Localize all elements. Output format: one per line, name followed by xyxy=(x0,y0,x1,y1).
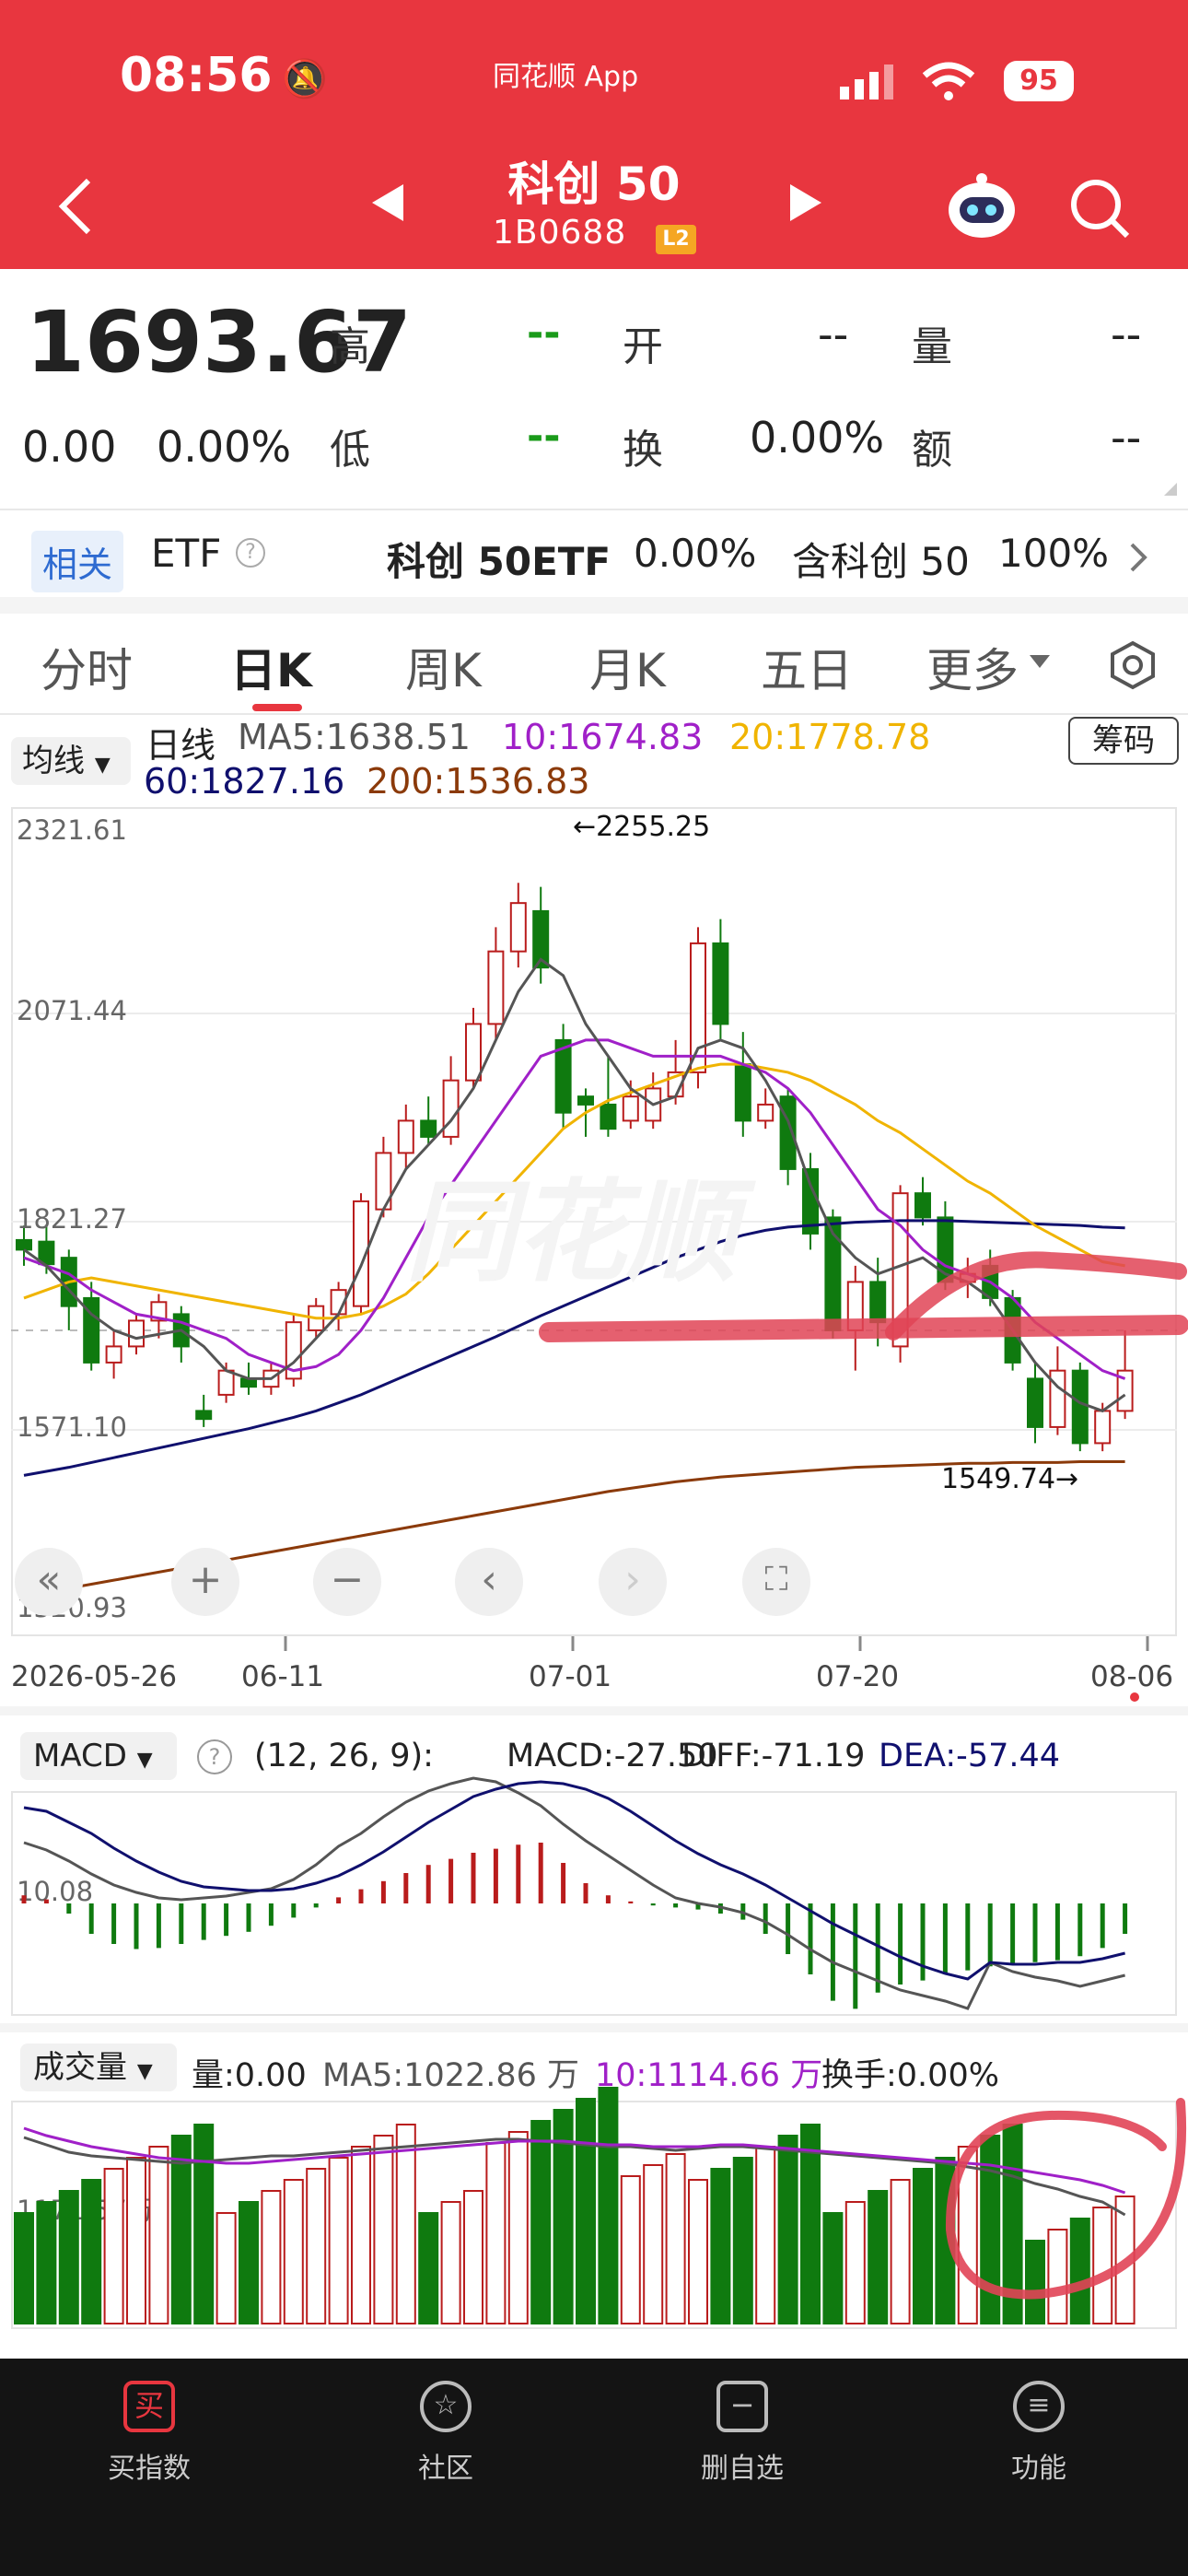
volume-bar xyxy=(306,2168,327,2324)
volume-bar xyxy=(732,2157,753,2324)
volume-bar xyxy=(1025,2240,1045,2324)
volume-bar xyxy=(440,2201,461,2324)
volume-bar xyxy=(463,2190,483,2324)
volume-bar xyxy=(800,2124,821,2324)
volume-bar xyxy=(890,2179,911,2324)
volume-bar xyxy=(126,2157,146,2324)
volume-bar xyxy=(14,2212,34,2324)
volume-bar xyxy=(598,2087,619,2324)
volume-bar xyxy=(913,2168,933,2324)
volume-bar xyxy=(283,2179,304,2324)
volume-bar xyxy=(395,2124,416,2324)
volume-bar xyxy=(688,2179,708,2324)
nav-community[interactable]: ☆ 社区 xyxy=(363,2381,529,2486)
star-icon: ☆ xyxy=(420,2381,472,2432)
volume-bar xyxy=(1092,2207,1113,2324)
volume-bar xyxy=(868,2190,889,2324)
volume-bar xyxy=(261,2190,282,2324)
volume-chart xyxy=(14,2087,1186,2324)
volume-bar xyxy=(620,2175,641,2324)
volume-bar xyxy=(239,2201,259,2324)
volume-bar xyxy=(373,2135,394,2324)
volume-bar xyxy=(822,2212,844,2324)
nav-functions[interactable]: ≡ 功能 xyxy=(956,2381,1122,2486)
bottom-nav: 买 买指数 ☆ 社区 − 删自选 ≡ 功能 xyxy=(0,2359,1188,2576)
volume-bar xyxy=(328,2157,349,2324)
volume-bar xyxy=(507,2131,529,2324)
volume-bar xyxy=(777,2135,798,2324)
volume-bar xyxy=(351,2146,371,2324)
nav-buy-index-label: 买指数 xyxy=(108,2453,191,2485)
minus-icon: − xyxy=(716,2381,768,2432)
volume-bar xyxy=(755,2146,776,2324)
nav-functions-label: 功能 xyxy=(1011,2453,1066,2485)
volume-bar xyxy=(193,2124,215,2324)
volume-bar xyxy=(530,2120,552,2324)
volume-bar xyxy=(103,2168,124,2324)
volume-bar xyxy=(418,2212,439,2324)
volume-bar xyxy=(665,2153,686,2324)
volume-bar xyxy=(1047,2229,1068,2324)
volume-bars xyxy=(14,2087,1136,2324)
volume-bar xyxy=(844,2201,866,2324)
nav-buy-index[interactable]: 买 买指数 xyxy=(66,2381,232,2486)
volume-bar xyxy=(576,2098,596,2324)
volume-bar xyxy=(215,2212,237,2324)
volume-bar xyxy=(710,2168,731,2324)
volume-bar xyxy=(643,2164,664,2324)
nav-remove-watchlist-label: 删自选 xyxy=(701,2453,784,2485)
menu-icon: ≡ xyxy=(1013,2381,1065,2432)
volume-bar xyxy=(148,2146,169,2324)
volume-bar xyxy=(36,2201,57,2324)
volume-bar xyxy=(485,2142,507,2324)
nav-remove-watchlist[interactable]: − 删自选 xyxy=(659,2381,825,2486)
volume-bar xyxy=(81,2179,102,2324)
nav-community-label: 社区 xyxy=(418,2453,473,2485)
buy-icon: 买 xyxy=(123,2381,175,2432)
volume-bar xyxy=(58,2190,79,2324)
volume-bar xyxy=(1069,2218,1090,2324)
